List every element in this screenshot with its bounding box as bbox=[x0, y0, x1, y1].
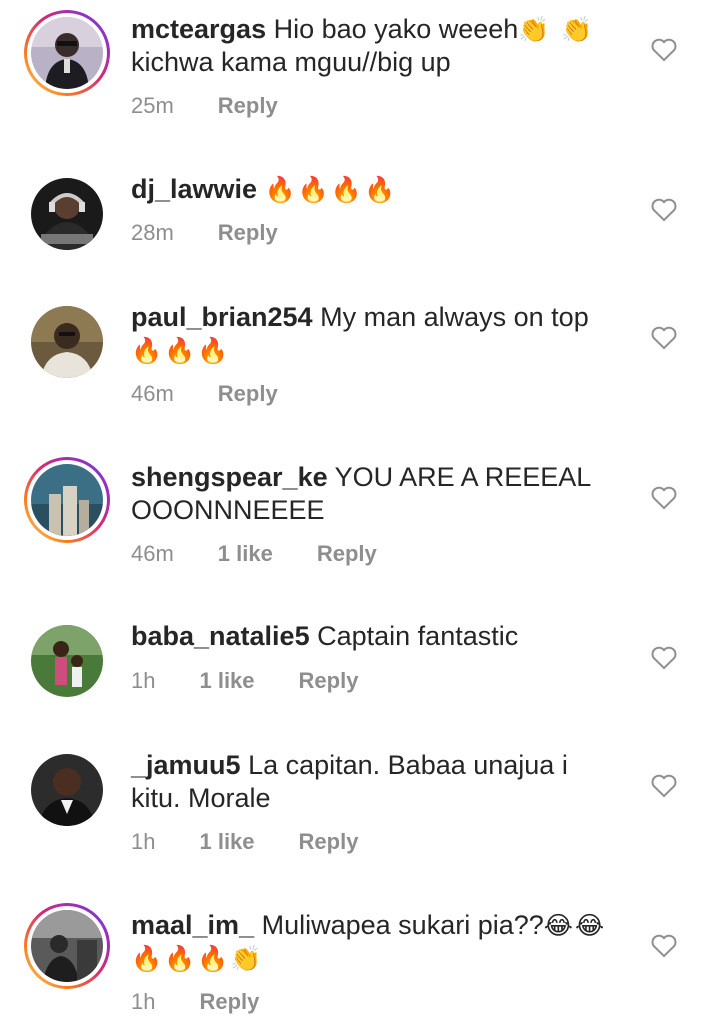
avatar[interactable] bbox=[24, 747, 110, 833]
heart-outline-icon[interactable] bbox=[650, 196, 678, 222]
comment-message-line2: OOONNNEEEE bbox=[131, 495, 325, 525]
avatar[interactable] bbox=[24, 457, 110, 543]
fire-emoji: 🔥🔥🔥 bbox=[131, 336, 231, 365]
comment-text: shengspear_ke YOU ARE A REEEAL OOONNNEEE… bbox=[131, 461, 621, 527]
comment-message: Captain fantastic bbox=[317, 621, 519, 651]
avatar[interactable] bbox=[24, 903, 110, 989]
avatar[interactable] bbox=[24, 10, 110, 96]
reply-button[interactable]: Reply bbox=[218, 93, 278, 119]
comment-message: Hio bao yako weeeh bbox=[273, 14, 519, 44]
comment-text: paul_brian254 My man always on top 🔥🔥🔥 bbox=[131, 301, 621, 367]
comment-time: 1h bbox=[131, 668, 156, 693]
comment-message-line2: kichwa kama mguu//big up bbox=[131, 47, 451, 77]
heart-outline-icon[interactable] bbox=[650, 324, 678, 350]
reply-button[interactable]: Reply bbox=[218, 220, 278, 246]
comment-message: Muliwapea sukari pia?? bbox=[261, 910, 544, 940]
reply-button[interactable]: Reply bbox=[299, 668, 359, 694]
like-count[interactable]: 1 like bbox=[199, 829, 254, 855]
heart-outline-icon[interactable] bbox=[650, 772, 678, 798]
comment-meta: 1h Reply bbox=[131, 989, 303, 1015]
comment-meta: 25m Reply bbox=[131, 93, 322, 119]
comment-message-line2: kitu. Morale bbox=[131, 783, 271, 813]
comment-username[interactable]: maal_im_ bbox=[131, 910, 254, 940]
comment-text: maal_im_ Muliwapea sukari pia??😂😂 🔥🔥🔥👏 bbox=[131, 909, 621, 975]
comment-text: _jamuu5 La capitan. Babaa unajua i kitu.… bbox=[131, 749, 621, 815]
comment-username[interactable]: _jamuu5 bbox=[131, 750, 241, 780]
comment-username[interactable]: paul_brian254 bbox=[131, 302, 313, 332]
heart-outline-icon[interactable] bbox=[650, 484, 678, 510]
comment-time: 1h bbox=[131, 989, 156, 1014]
comment-text: dj_lawwie 🔥🔥🔥🔥 bbox=[131, 173, 621, 206]
comment-username[interactable]: shengspear_ke bbox=[131, 462, 328, 492]
comment-username[interactable]: dj_lawwie bbox=[131, 174, 257, 204]
like-count[interactable]: 1 like bbox=[218, 541, 273, 567]
fire-emoji: 🔥🔥🔥🔥 bbox=[264, 175, 398, 204]
reply-button[interactable]: Reply bbox=[317, 541, 377, 567]
avatar[interactable] bbox=[24, 171, 110, 257]
avatar[interactable] bbox=[24, 618, 110, 704]
like-count[interactable]: 1 like bbox=[199, 668, 254, 694]
avatar[interactable] bbox=[24, 299, 110, 385]
comment-time: 1h bbox=[131, 829, 156, 854]
heart-outline-icon[interactable] bbox=[650, 36, 678, 62]
comment-time: 46m bbox=[131, 381, 174, 406]
reply-button[interactable]: Reply bbox=[199, 989, 259, 1015]
laughing-emoji: 😂😂 bbox=[543, 911, 607, 940]
comment-message: My man always on top bbox=[320, 302, 589, 332]
comment-time: 46m bbox=[131, 541, 174, 566]
reply-button[interactable]: Reply bbox=[299, 829, 359, 855]
comment-text: mcteargas Hio bao yako weeeh👏 👏 kichwa k… bbox=[131, 13, 621, 79]
fire-clap-emoji: 🔥🔥🔥👏 bbox=[131, 944, 264, 973]
clap-emoji: 👏 👏 bbox=[518, 15, 595, 44]
comment-username[interactable]: mcteargas bbox=[131, 14, 266, 44]
comment-text: baba_natalie5 Captain fantastic bbox=[131, 620, 621, 653]
comment-username[interactable]: baba_natalie5 bbox=[131, 621, 310, 651]
heart-outline-icon[interactable] bbox=[650, 644, 678, 670]
comment-message: YOU ARE A REEEAL bbox=[334, 462, 592, 492]
heart-outline-icon[interactable] bbox=[650, 932, 678, 958]
comment-meta: 46m 1 like Reply bbox=[131, 541, 421, 567]
reply-button[interactable]: Reply bbox=[218, 381, 278, 407]
comment-message: La capitan. Babaa unajua i bbox=[248, 750, 568, 780]
comment-meta: 1h 1 like Reply bbox=[131, 829, 402, 855]
comment-time: 28m bbox=[131, 220, 174, 245]
comment-time: 25m bbox=[131, 93, 174, 118]
comment-meta: 1h 1 like Reply bbox=[131, 668, 402, 694]
comment-meta: 28m Reply bbox=[131, 220, 322, 246]
comment-meta: 46m Reply bbox=[131, 381, 322, 407]
